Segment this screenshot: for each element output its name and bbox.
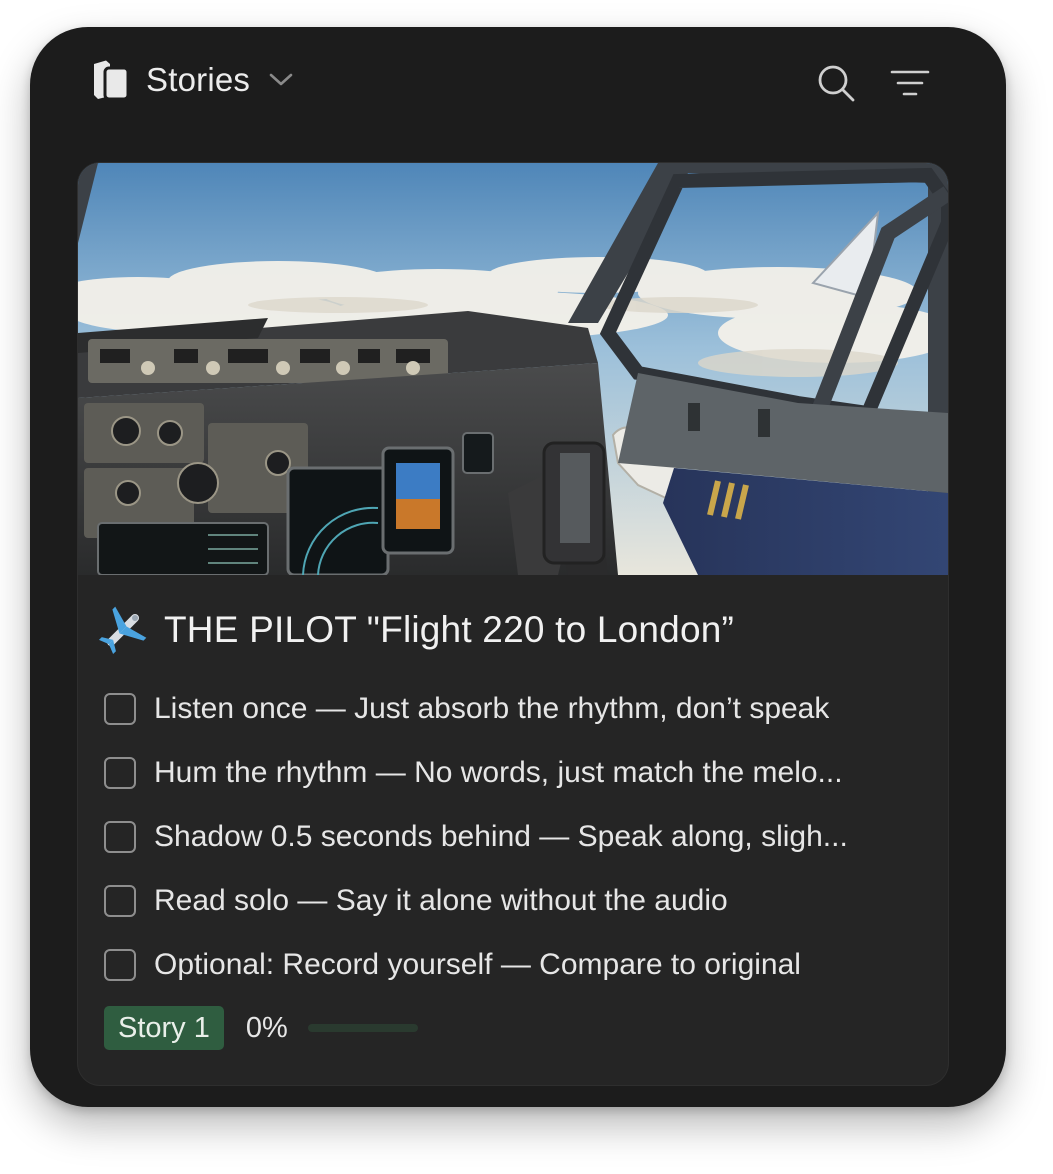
database-switcher[interactable]: Stories — [90, 53, 294, 107]
todo-item[interactable]: Read solo — Say it alone without the aud… — [104, 869, 924, 933]
todo-label: Listen once — Just absorb the rhythm, do… — [154, 692, 830, 725]
story-card[interactable]: THE PILOT "Flight 220 to London” Listen … — [78, 163, 948, 1085]
story-title: THE PILOT "Flight 220 to London” — [164, 609, 735, 650]
todo-label: Hum the rhythm — No words, just match th… — [154, 756, 843, 789]
card-footer: Story 1 0% — [104, 1006, 418, 1050]
filter-lines-icon — [890, 70, 930, 96]
todo-item[interactable]: Shadow 0.5 seconds behind — Speak along,… — [104, 805, 924, 869]
todo-item[interactable]: Optional: Record yourself — Compare to o… — [104, 933, 924, 997]
checkbox[interactable] — [104, 885, 136, 917]
card-title: THE PILOT "Flight 220 to London” — [96, 603, 734, 657]
widget-header: Stories — [30, 27, 1006, 137]
cover-image — [78, 163, 948, 575]
todo-label: Optional: Record yourself — Compare to o… — [154, 948, 801, 981]
stories-widget: Stories THE PILOT "Flight 220 to London”… — [30, 27, 1006, 1107]
story-tag: Story 1 — [104, 1006, 224, 1050]
checkbox[interactable] — [104, 693, 136, 725]
cockpit-illustration — [78, 163, 948, 575]
todo-label: Read solo — Say it alone without the aud… — [154, 884, 728, 917]
checkbox[interactable] — [104, 757, 136, 789]
search-button[interactable] — [814, 61, 858, 105]
checkbox[interactable] — [104, 949, 136, 981]
todo-list: Listen once — Just absorb the rhythm, do… — [104, 677, 924, 997]
todo-item[interactable]: Hum the rhythm — No words, just match th… — [104, 741, 924, 805]
search-icon — [818, 65, 855, 102]
progress-percent: 0% — [245, 1011, 288, 1044]
pages-stack-icon — [94, 60, 130, 101]
chevron-down-icon — [269, 73, 293, 86]
checkbox[interactable] — [104, 821, 136, 853]
todo-item[interactable]: Listen once — Just absorb the rhythm, do… — [104, 677, 924, 741]
airplane-emoji — [98, 606, 147, 655]
todo-label: Shadow 0.5 seconds behind — Speak along,… — [154, 820, 848, 853]
database-title: Stories — [146, 61, 251, 98]
progress-bar — [307, 1024, 418, 1032]
filter-button[interactable] — [888, 61, 932, 105]
